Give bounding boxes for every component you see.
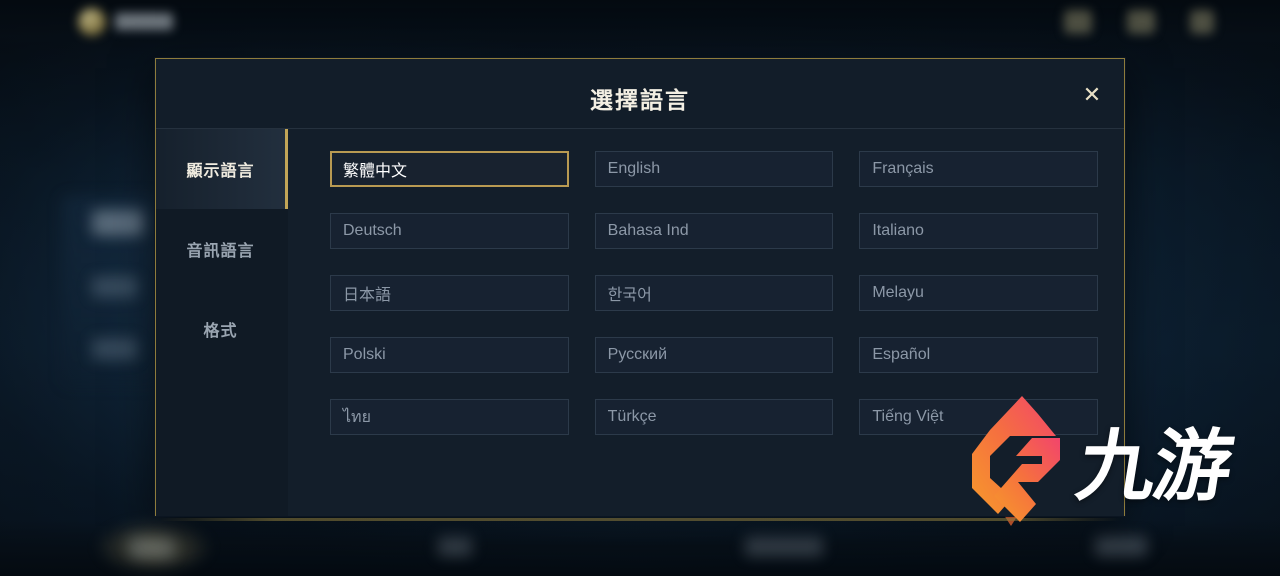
sidebar-tab-label: 格式 [203, 323, 238, 340]
language-option[interactable]: ไทย [330, 399, 569, 435]
language-option-label: Español [872, 346, 931, 363]
language-grid: 繁體中文 English Français Deutsch Bahasa Ind Ital… [330, 151, 1098, 435]
game-top-bar [0, 0, 1280, 52]
language-option[interactable]: Melayu [859, 275, 1098, 311]
language-option[interactable]: 日本語 [330, 275, 569, 311]
language-option-label: Français [872, 160, 934, 177]
game-bottom-bar [0, 520, 1280, 576]
category-sidebar: 顯示語言音訊語言格式 [156, 129, 288, 516]
dialog-bottom-accent [160, 518, 1120, 521]
background-left-item-3 [92, 338, 138, 360]
bottom-bar-item-2[interactable] [438, 536, 472, 556]
language-option-label: Italiano [872, 222, 924, 239]
language-option[interactable]: Français [859, 151, 1098, 187]
top-bar-icon-2[interactable] [1127, 10, 1155, 34]
language-content-panel: 繁體中文 English Français Deutsch Bahasa Ind Ital… [288, 129, 1124, 516]
sidebar-tab-1[interactable]: 音訊語言 [156, 209, 288, 289]
language-option-label: Русский [607, 346, 668, 363]
language-option[interactable]: Deutsch [330, 213, 569, 249]
language-option[interactable]: Italiano [859, 213, 1098, 249]
top-bar-icon-1[interactable] [1064, 10, 1092, 34]
currency-amount [115, 13, 173, 30]
language-option[interactable]: Bahasa Ind [594, 213, 834, 249]
bottom-bar-item-3[interactable] [745, 536, 823, 556]
language-option[interactable]: English [594, 151, 834, 187]
language-selection-dialog: 選擇語言 ✕ 顯示語言音訊語言格式 繁體中文 English Français Deu… [155, 58, 1125, 516]
language-option-label: Türkçe [607, 408, 657, 425]
close-icon[interactable]: ✕ [1076, 79, 1108, 111]
sidebar-tab-label: 顯示語言 [186, 163, 255, 180]
dialog-header: 選擇語言 ✕ [156, 59, 1124, 129]
language-option[interactable]: 繁體中文 [330, 151, 569, 187]
background-left-item-2 [92, 276, 138, 298]
bottom-bar-item-1[interactable] [130, 538, 174, 558]
top-bar-icon-3[interactable] [1190, 10, 1214, 34]
language-option[interactable]: Polski [330, 337, 569, 373]
language-option-label: 한국어 [607, 287, 652, 304]
language-option[interactable]: 한국어 [594, 275, 834, 311]
dialog-body: 顯示語言音訊語言格式 繁體中文 English Français Deutsch Bah… [156, 129, 1124, 516]
language-option-label: Deutsch [343, 222, 402, 239]
sidebar-tab-label: 音訊語言 [186, 243, 255, 260]
sidebar-tab-0[interactable]: 顯示語言 [156, 129, 288, 209]
language-option-label: Polski [343, 346, 386, 363]
language-option[interactable]: Русский [594, 337, 834, 373]
game-screen: 選擇語言 ✕ 顯示語言音訊語言格式 繁體中文 English Français Deu… [0, 0, 1280, 576]
bottom-bar-item-4[interactable] [1095, 536, 1147, 556]
language-option-label: English [607, 160, 661, 177]
language-option-label: Bahasa Ind [607, 222, 689, 239]
language-option-label: Melayu [872, 284, 924, 301]
language-option-label: 繁體中文 [343, 163, 408, 180]
language-option[interactable]: Español [859, 337, 1098, 373]
language-option-label: Tiếng Việt [872, 408, 944, 425]
dialog-title: 選擇語言 [590, 87, 690, 113]
sidebar-tab-2[interactable]: 格式 [156, 289, 288, 369]
language-option-label: ไทย [343, 408, 371, 426]
background-left-item-1 [92, 210, 144, 236]
language-option[interactable]: Türkçe [594, 399, 834, 435]
language-option[interactable]: Tiếng Việt [859, 399, 1098, 435]
language-option-label: 日本語 [343, 287, 392, 304]
currency-icon [78, 8, 106, 36]
